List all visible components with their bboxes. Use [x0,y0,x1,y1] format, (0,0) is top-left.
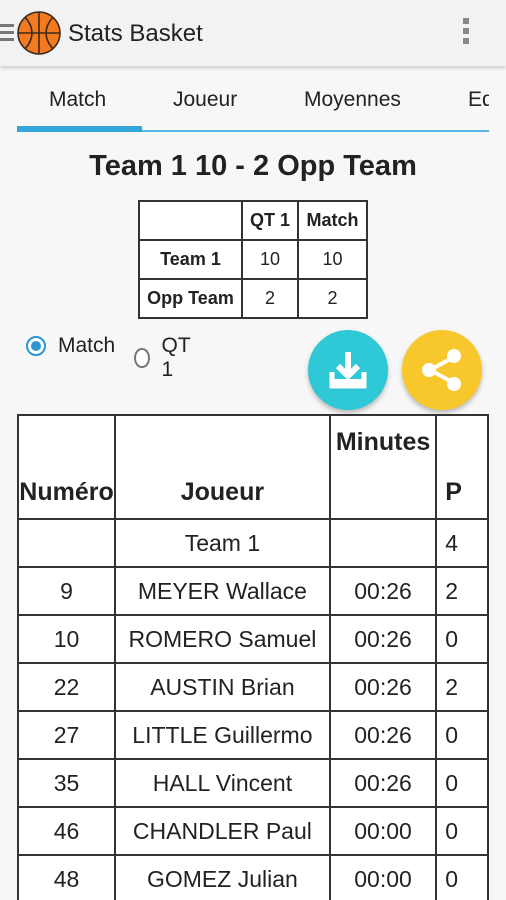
player-stats-table: Numéro Joueur Minutes P Team 1 4 9 MEYER… [17,414,489,900]
cell-number [17,518,116,568]
cell-points: 0 [435,614,489,664]
match-score-title: Team 1 10 - 2 Opp Team [89,150,417,182]
table-row[interactable]: 9 MEYER Wallace 00:26 2 [17,566,489,616]
cell-number: 35 [17,758,116,808]
cell-points: 4 [435,518,489,568]
app-title: Stats Basket [68,20,203,47]
tab-joueur[interactable]: Joueur [173,88,237,112]
cell-number: 10 [17,614,116,664]
tab-bar: Match Joueur Moyennes Eq [17,80,489,132]
cell-player: Team 1 [114,518,331,568]
cell-points: 0 [435,854,489,900]
cell-minutes: 00:26 [328,566,438,616]
score-cell: 10 [297,239,368,280]
header-numero: Numéro [17,414,116,520]
radio-qt1-circle[interactable] [134,348,150,368]
cell-player: GOMEZ Julian [114,854,331,900]
menu-icon[interactable] [0,24,14,44]
share-button[interactable] [402,330,482,410]
score-cell: 2 [297,278,368,319]
cell-minutes: 00:26 [328,710,438,760]
cell-minutes: 00:26 [328,614,438,664]
cell-player: HALL Vincent [114,758,331,808]
score-table: QT 1 Match Team 1 10 10 Opp Team 2 2 [138,200,368,319]
radio-match-circle[interactable] [26,336,46,356]
score-table-corner [138,200,243,241]
cell-number: 27 [17,710,116,760]
score-cell: 10 [241,239,299,280]
cell-player: MEYER Wallace [114,566,331,616]
more-options-icon[interactable] [460,18,472,50]
cell-minutes [328,518,438,568]
table-row-team: Team 1 4 [17,518,489,568]
cell-player: LITTLE Guillermo [114,710,331,760]
cell-number: 48 [17,854,116,900]
score-team-name: Opp Team [138,278,243,319]
cell-points: 0 [435,710,489,760]
cell-number: 46 [17,806,116,856]
cell-minutes: 00:26 [328,662,438,712]
radio-qt1-label[interactable]: QT 1 [162,334,195,382]
table-header-row: Numéro Joueur Minutes P [17,414,489,520]
cell-points: 0 [435,806,489,856]
header-joueur: Joueur [114,414,331,520]
cell-player: CHANDLER Paul [114,806,331,856]
cell-minutes: 00:26 [328,758,438,808]
tab-match[interactable]: Match [49,88,106,112]
cell-points: 2 [435,662,489,712]
score-header-match: Match [297,200,368,241]
tab-equipe[interactable]: Eq [468,88,489,112]
table-row[interactable]: 27 LITTLE Guillermo 00:26 0 [17,710,489,760]
tab-moyennes[interactable]: Moyennes [304,88,401,112]
score-header-qt1: QT 1 [241,200,299,241]
header-minutes: Minutes [328,414,438,520]
table-row[interactable]: 48 GOMEZ Julian 00:00 0 [17,854,489,900]
header-points: P [435,414,489,520]
table-row[interactable]: 22 AUSTIN Brian 00:26 2 [17,662,489,712]
radio-match[interactable]: Match [26,334,115,358]
cell-points: 0 [435,758,489,808]
cell-number: 22 [17,662,116,712]
cell-number: 9 [17,566,116,616]
cell-player: ROMERO Samuel [114,614,331,664]
score-team-name: Team 1 [138,239,243,280]
cell-minutes: 00:00 [328,854,438,900]
app-bar: Stats Basket [0,0,506,66]
download-icon [329,352,367,389]
basketball-logo-icon[interactable] [17,11,61,55]
table-row[interactable]: 46 CHANDLER Paul 00:00 0 [17,806,489,856]
player-stats-scroll[interactable]: Numéro Joueur Minutes P Team 1 4 9 MEYER… [17,414,489,900]
cell-minutes: 00:00 [328,806,438,856]
radio-qt1[interactable]: QT 1 [134,334,195,382]
score-cell: 2 [241,278,299,319]
active-tab-indicator [17,126,142,132]
cell-points: 2 [435,566,489,616]
share-icon [422,349,461,391]
table-row[interactable]: 10 ROMERO Samuel 00:26 0 [17,614,489,664]
cell-player: AUSTIN Brian [114,662,331,712]
download-button[interactable] [308,330,388,410]
table-row[interactable]: 35 HALL Vincent 00:26 0 [17,758,489,808]
radio-match-label[interactable]: Match [58,334,115,358]
